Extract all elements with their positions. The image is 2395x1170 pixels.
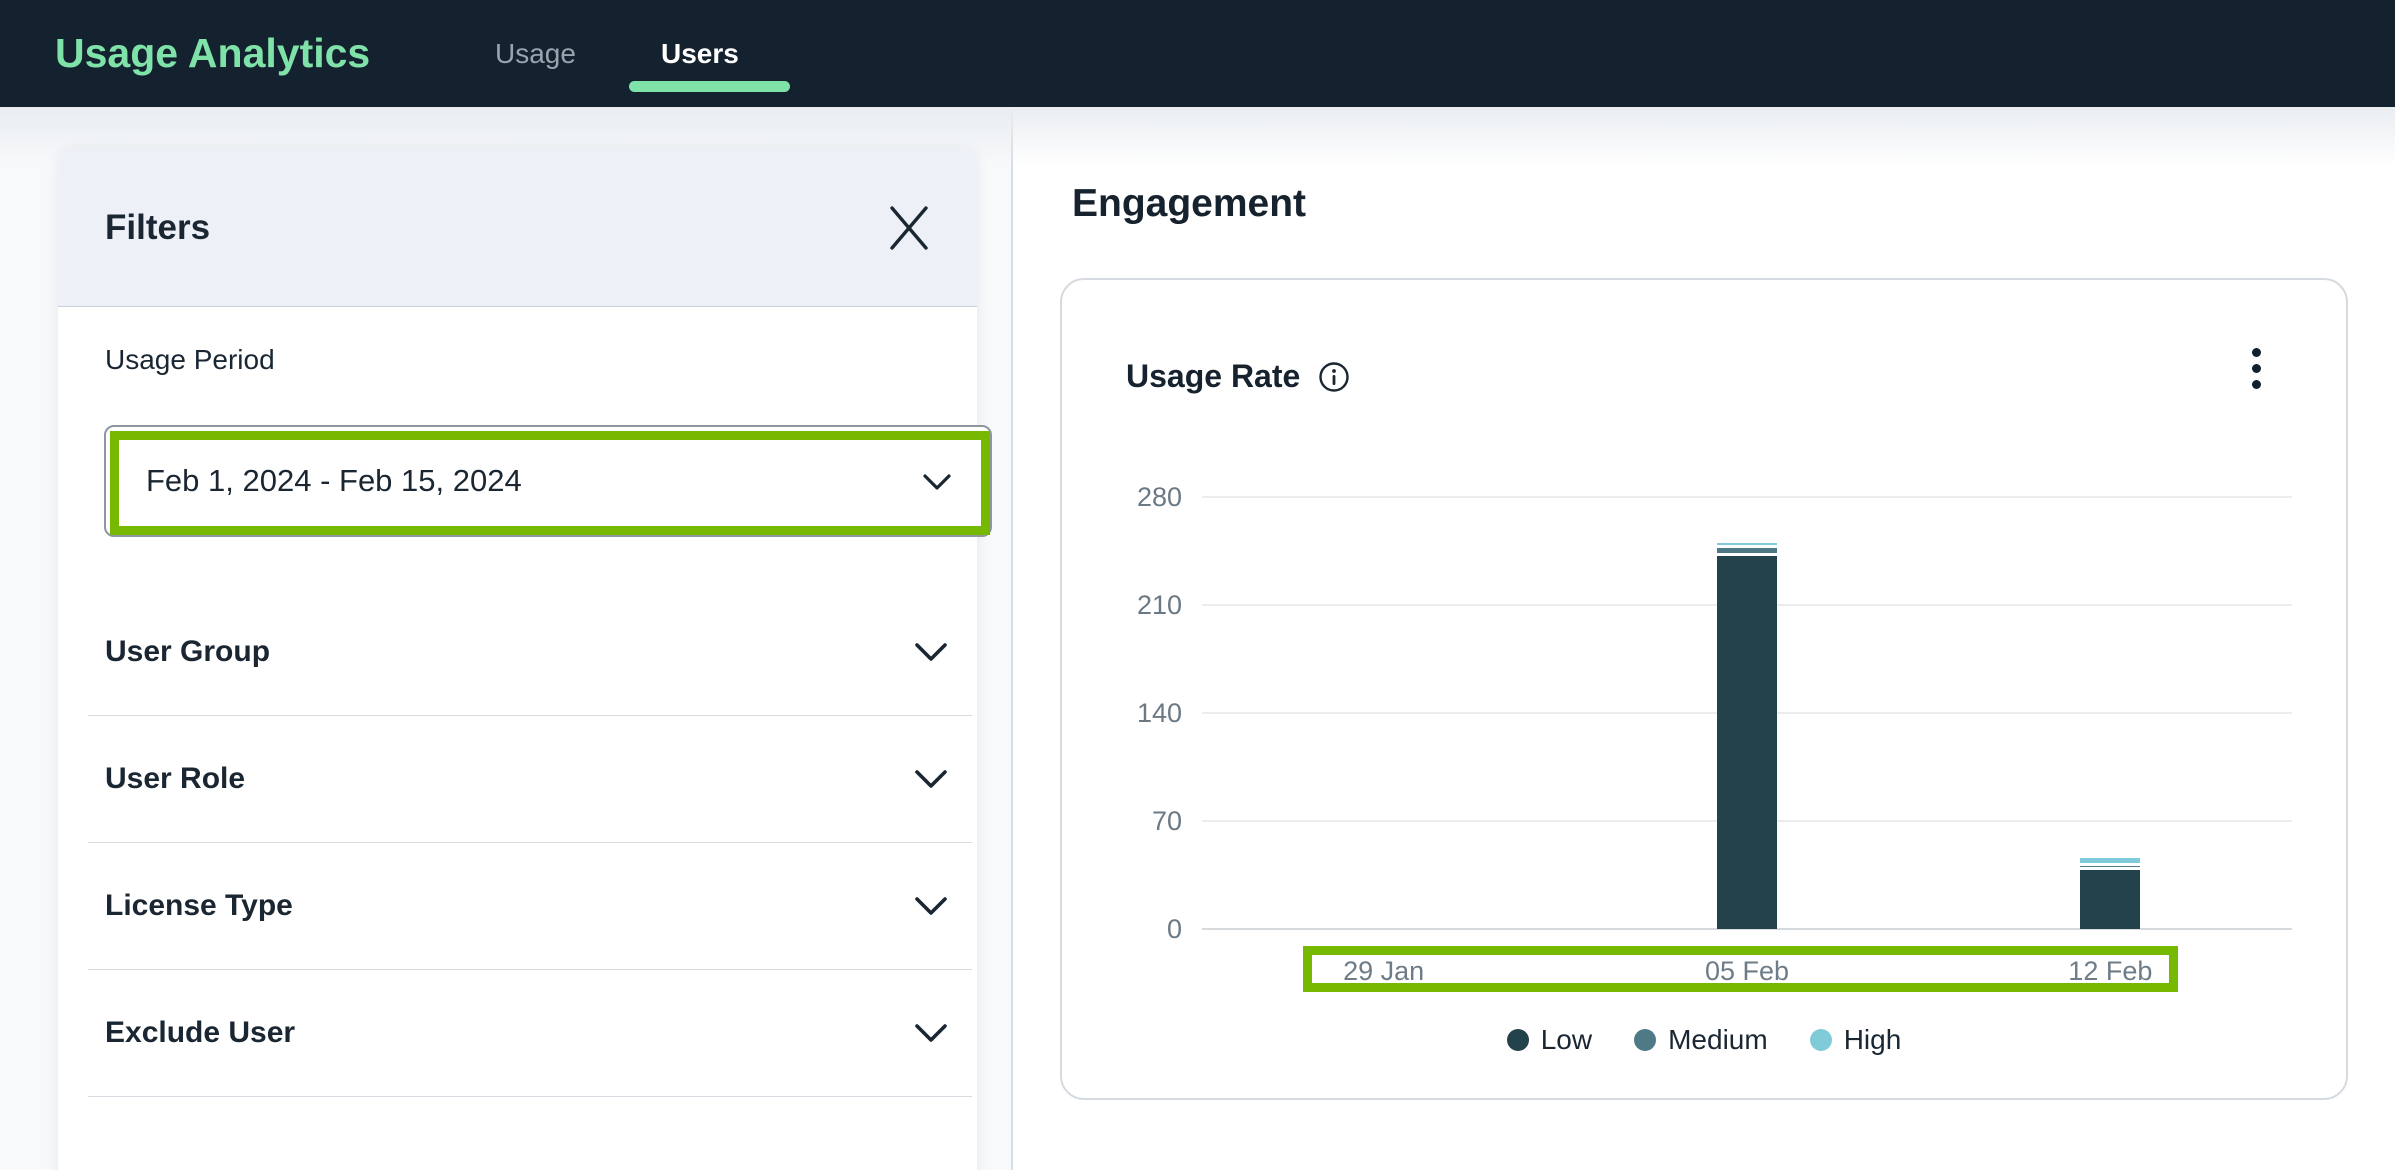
x-axis-label: 05 Feb xyxy=(1667,956,1827,987)
filter-section-exclude-user[interactable]: Exclude User xyxy=(88,970,972,1097)
filter-section-label: User Group xyxy=(105,635,270,669)
y-axis-tick-label: 0 xyxy=(1090,915,1182,943)
filter-section-label: Exclude User xyxy=(105,1016,295,1050)
panel-divider xyxy=(1011,107,1013,1170)
kebab-menu-button[interactable] xyxy=(2234,332,2278,404)
legend-item-medium[interactable]: Medium xyxy=(1634,1024,1768,1056)
navbar: Usage Analytics Usage Users xyxy=(0,0,2395,107)
usage-period-dropdown[interactable]: Feb 1, 2024 - Feb 15, 2024 xyxy=(104,425,992,537)
bar-segment-low xyxy=(2080,870,2140,929)
filter-section-license-type[interactable]: License Type xyxy=(88,843,972,970)
active-tab-underline xyxy=(629,81,790,92)
usage-rate-card: Usage Rate 0 70 140 210 280 29 Jan 05 Feb 12 F… xyxy=(1060,278,2348,1100)
bar-segment-medium xyxy=(2080,866,2140,868)
filter-section-user-group[interactable]: User Group xyxy=(88,589,972,716)
y-axis-tick-label: 210 xyxy=(1090,591,1182,619)
legend-label: High xyxy=(1844,1024,1902,1056)
card-title: Usage Rate xyxy=(1126,358,1300,395)
engagement-heading: Engagement xyxy=(1072,182,1306,226)
tab-usage[interactable]: Usage xyxy=(495,0,576,107)
legend-item-high[interactable]: High xyxy=(1810,1024,1902,1056)
usage-rate-chart xyxy=(1202,497,2292,929)
y-axis-tick-label: 140 xyxy=(1090,699,1182,727)
legend-dot xyxy=(1634,1029,1656,1051)
bar-segment-medium xyxy=(1717,548,1777,553)
kebab-menu-icon xyxy=(2252,348,2261,357)
legend-label: Low xyxy=(1541,1024,1592,1056)
filter-section-label: License Type xyxy=(105,889,293,923)
chevron-down-icon xyxy=(914,1023,948,1043)
app-title: Usage Analytics xyxy=(55,0,370,107)
chevron-down-icon xyxy=(914,896,948,916)
filter-section-user-role[interactable]: User Role xyxy=(88,716,972,843)
filters-panel: Filters Usage Period Feb 1, 2024 - Feb 1… xyxy=(58,148,977,1170)
legend-dot xyxy=(1507,1029,1529,1051)
close-filters-button[interactable] xyxy=(883,202,935,254)
x-axis-label: 29 Jan xyxy=(1304,956,1464,987)
chevron-down-icon xyxy=(914,642,948,662)
legend-item-low[interactable]: Low xyxy=(1507,1024,1592,1056)
usage-period-value: Feb 1, 2024 - Feb 15, 2024 xyxy=(146,427,522,535)
bar-segment-high xyxy=(1717,543,1777,545)
close-icon xyxy=(888,204,930,252)
x-axis-label: 12 Feb xyxy=(2030,956,2190,987)
filter-section-label: User Role xyxy=(105,762,245,796)
chevron-down-icon xyxy=(914,769,948,789)
bar-stack-05-feb xyxy=(1717,497,1777,929)
info-icon[interactable] xyxy=(1318,361,1350,393)
bar-segment-low xyxy=(1717,556,1777,929)
filter-sections: User Group User Role License Type Exclude U… xyxy=(88,589,972,1097)
filters-header: Filters xyxy=(58,148,977,307)
filters-title: Filters xyxy=(105,148,210,307)
bar-stack-12-feb xyxy=(2080,497,2140,929)
legend-label: Medium xyxy=(1668,1024,1768,1056)
chevron-down-icon xyxy=(922,473,952,491)
bar-segment-high xyxy=(2080,858,2140,863)
bar-stack-29-jan xyxy=(1354,497,1414,929)
y-axis-tick-label: 70 xyxy=(1090,807,1182,835)
usage-period-label: Usage Period xyxy=(105,344,275,376)
legend-dot xyxy=(1810,1029,1832,1051)
chart-legend: Low Medium High xyxy=(1062,1024,2346,1056)
y-axis-tick-label: 280 xyxy=(1090,483,1182,511)
